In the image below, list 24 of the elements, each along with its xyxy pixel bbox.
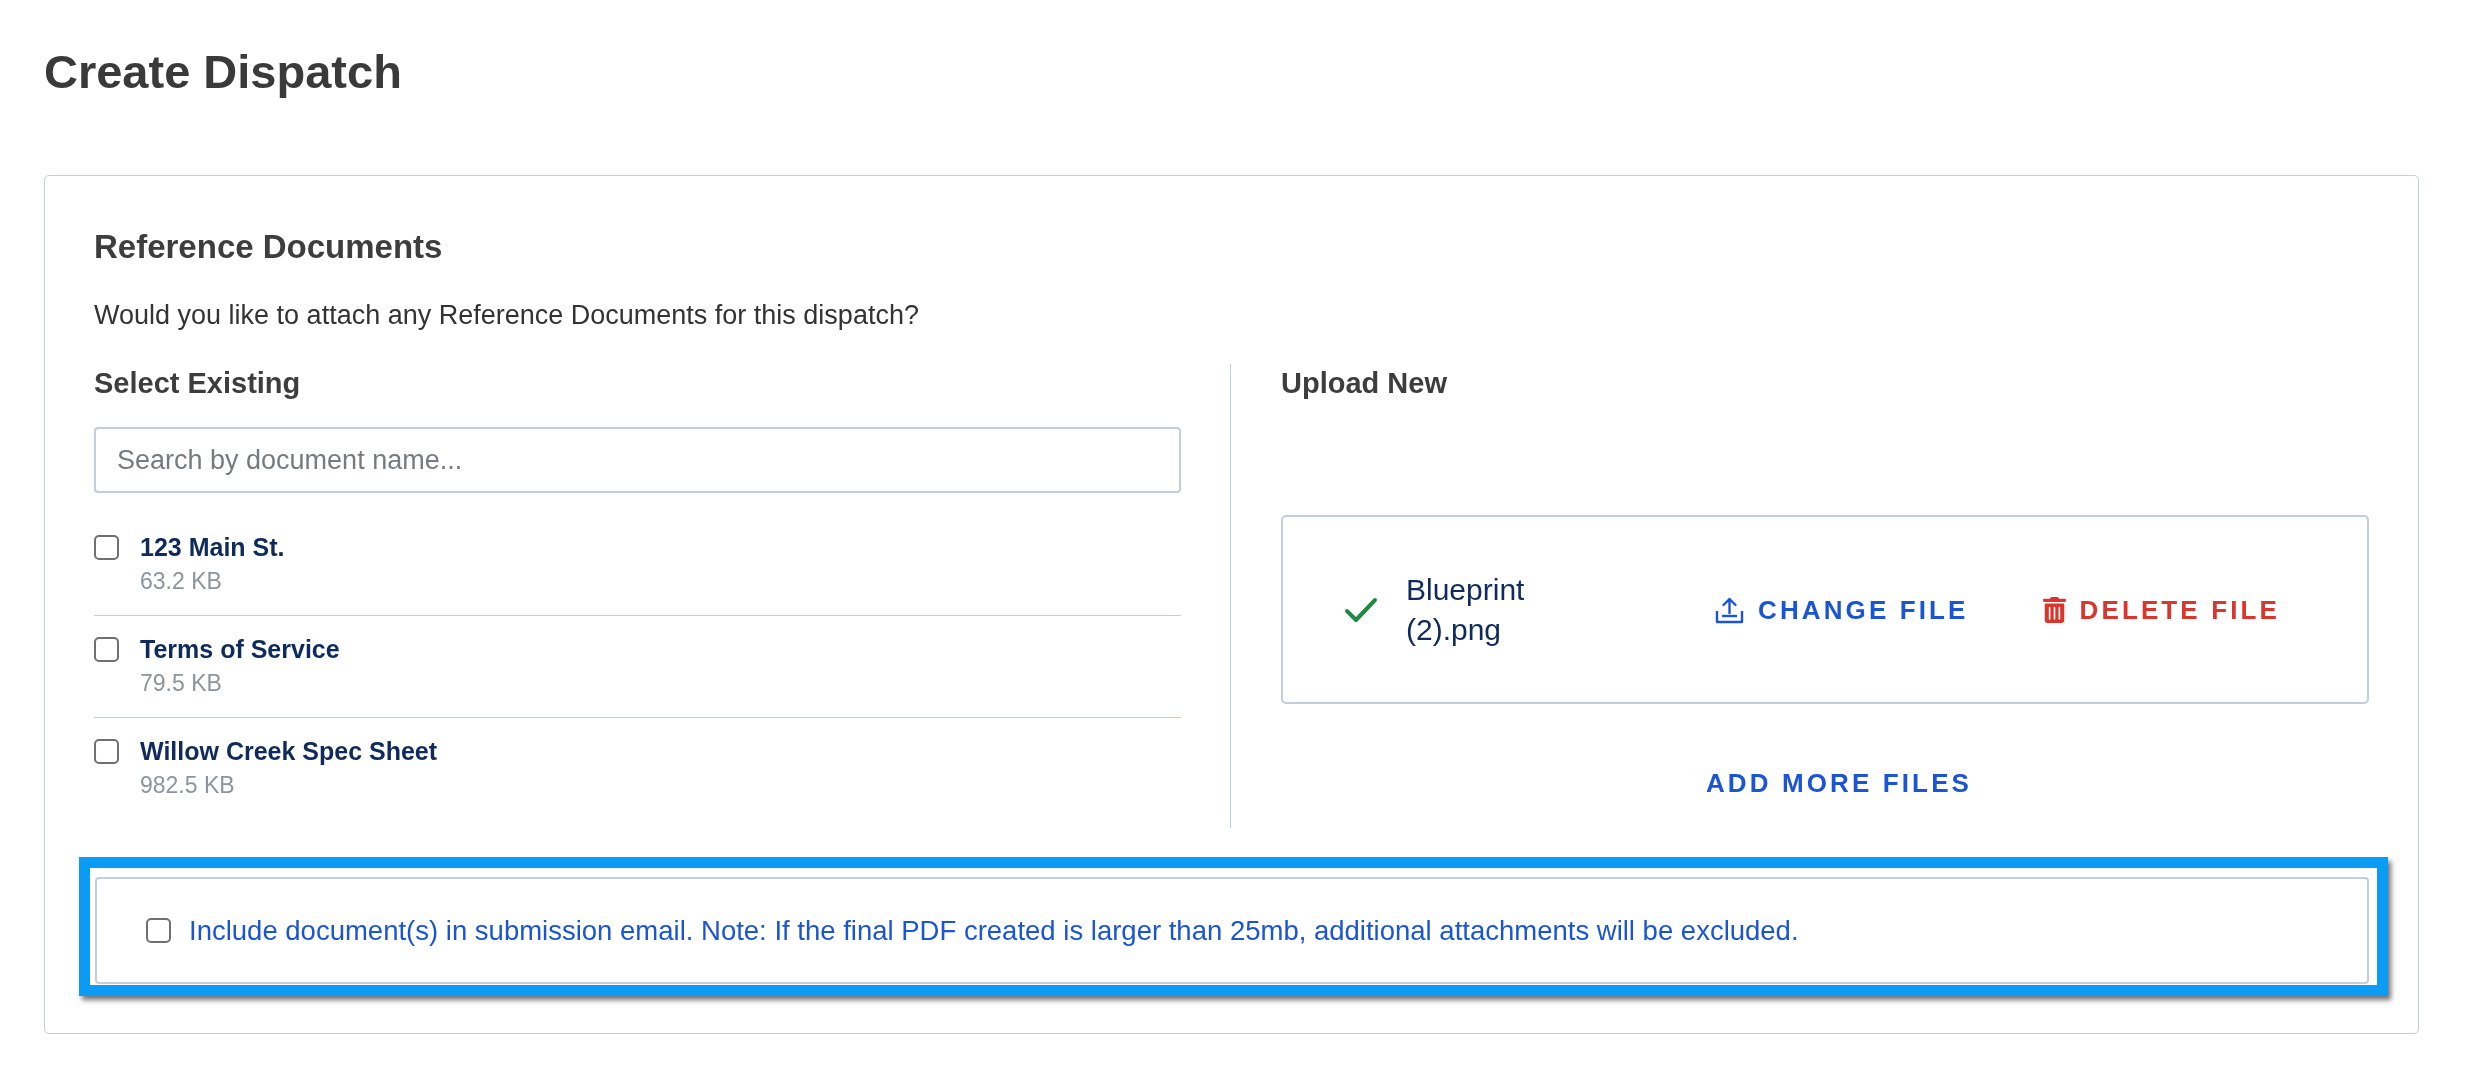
document-name: Terms of Service [140,634,340,665]
document-size: 79.5 KB [140,669,222,697]
checkbox[interactable] [94,738,119,764]
upload-icon [1715,595,1744,624]
change-file-button[interactable]: CHANGE FILE [1715,593,1969,626]
checkbox[interactable] [94,636,119,662]
check-icon [1344,595,1378,624]
add-more-files-button[interactable]: ADD MORE FILES [1705,767,1973,799]
checkbox[interactable] [94,534,119,560]
file-name: Blueprint (2).png [1406,571,1526,648]
checkbox-label[interactable]: Include document(s) in submission email. Note: If the final PDF created is larger than 25mb, additional attachments will be excluded. [189,913,1799,948]
trash-icon [2042,596,2066,623]
section-title: Reference Documents [94,227,443,267]
column-heading: Select Existing [94,366,301,401]
checkbox[interactable] [146,918,171,943]
document-name: 123 Main St. [140,532,285,563]
document-size: 63.2 KB [140,567,222,595]
search-field[interactable]: Search by document name... [94,427,1181,493]
page-title: Create Dispatch [44,44,402,100]
document-name: Willow Creek Spec Sheet [140,736,438,767]
document-size: 982.5 KB [140,771,235,799]
delete-file-button[interactable]: DELETE FILE [2042,593,2280,626]
section-prompt: Would you like to attach any Reference Documents for this dispatch? [94,299,919,332]
column-heading: Upload New [1281,366,1447,401]
